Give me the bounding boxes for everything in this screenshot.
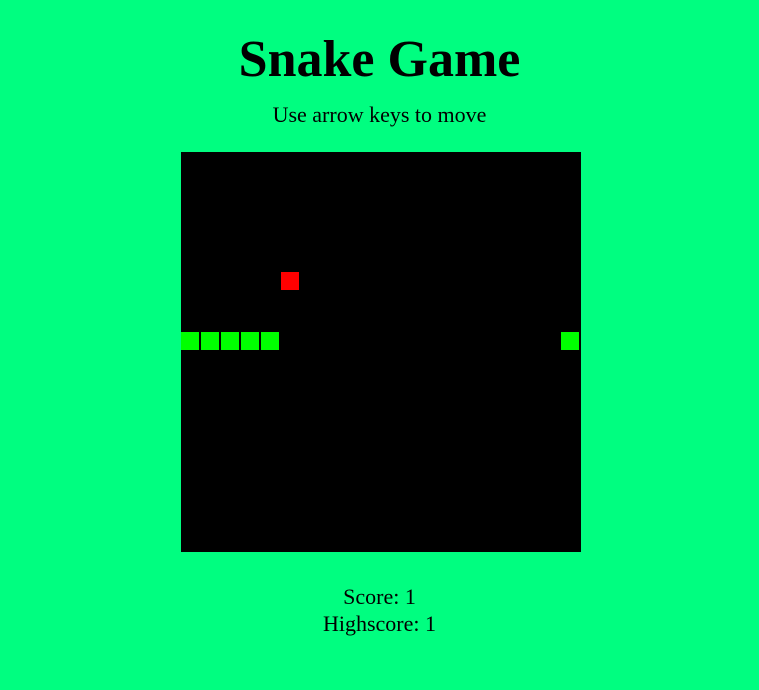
snake-segment	[181, 332, 199, 350]
snake-segment	[261, 332, 279, 350]
score-display: Score: 1	[0, 583, 759, 610]
snake-segment	[561, 332, 579, 350]
score-panel: Score: 1 Highscore: 1	[0, 583, 759, 637]
score-label: Score:	[343, 584, 400, 609]
score-value: 1	[404, 584, 416, 609]
snake-segment	[201, 332, 219, 350]
highscore-value: 1	[425, 611, 437, 636]
highscore-label: Highscore:	[322, 611, 420, 636]
food-item	[281, 272, 299, 290]
game-title: Snake Game	[238, 31, 521, 88]
game-instructions: Use arrow keys to move	[272, 102, 487, 127]
snake-segment	[241, 332, 259, 350]
snake-segment	[221, 332, 239, 350]
highscore-display: Highscore: 1	[0, 610, 759, 637]
game-board[interactable]	[181, 152, 581, 552]
